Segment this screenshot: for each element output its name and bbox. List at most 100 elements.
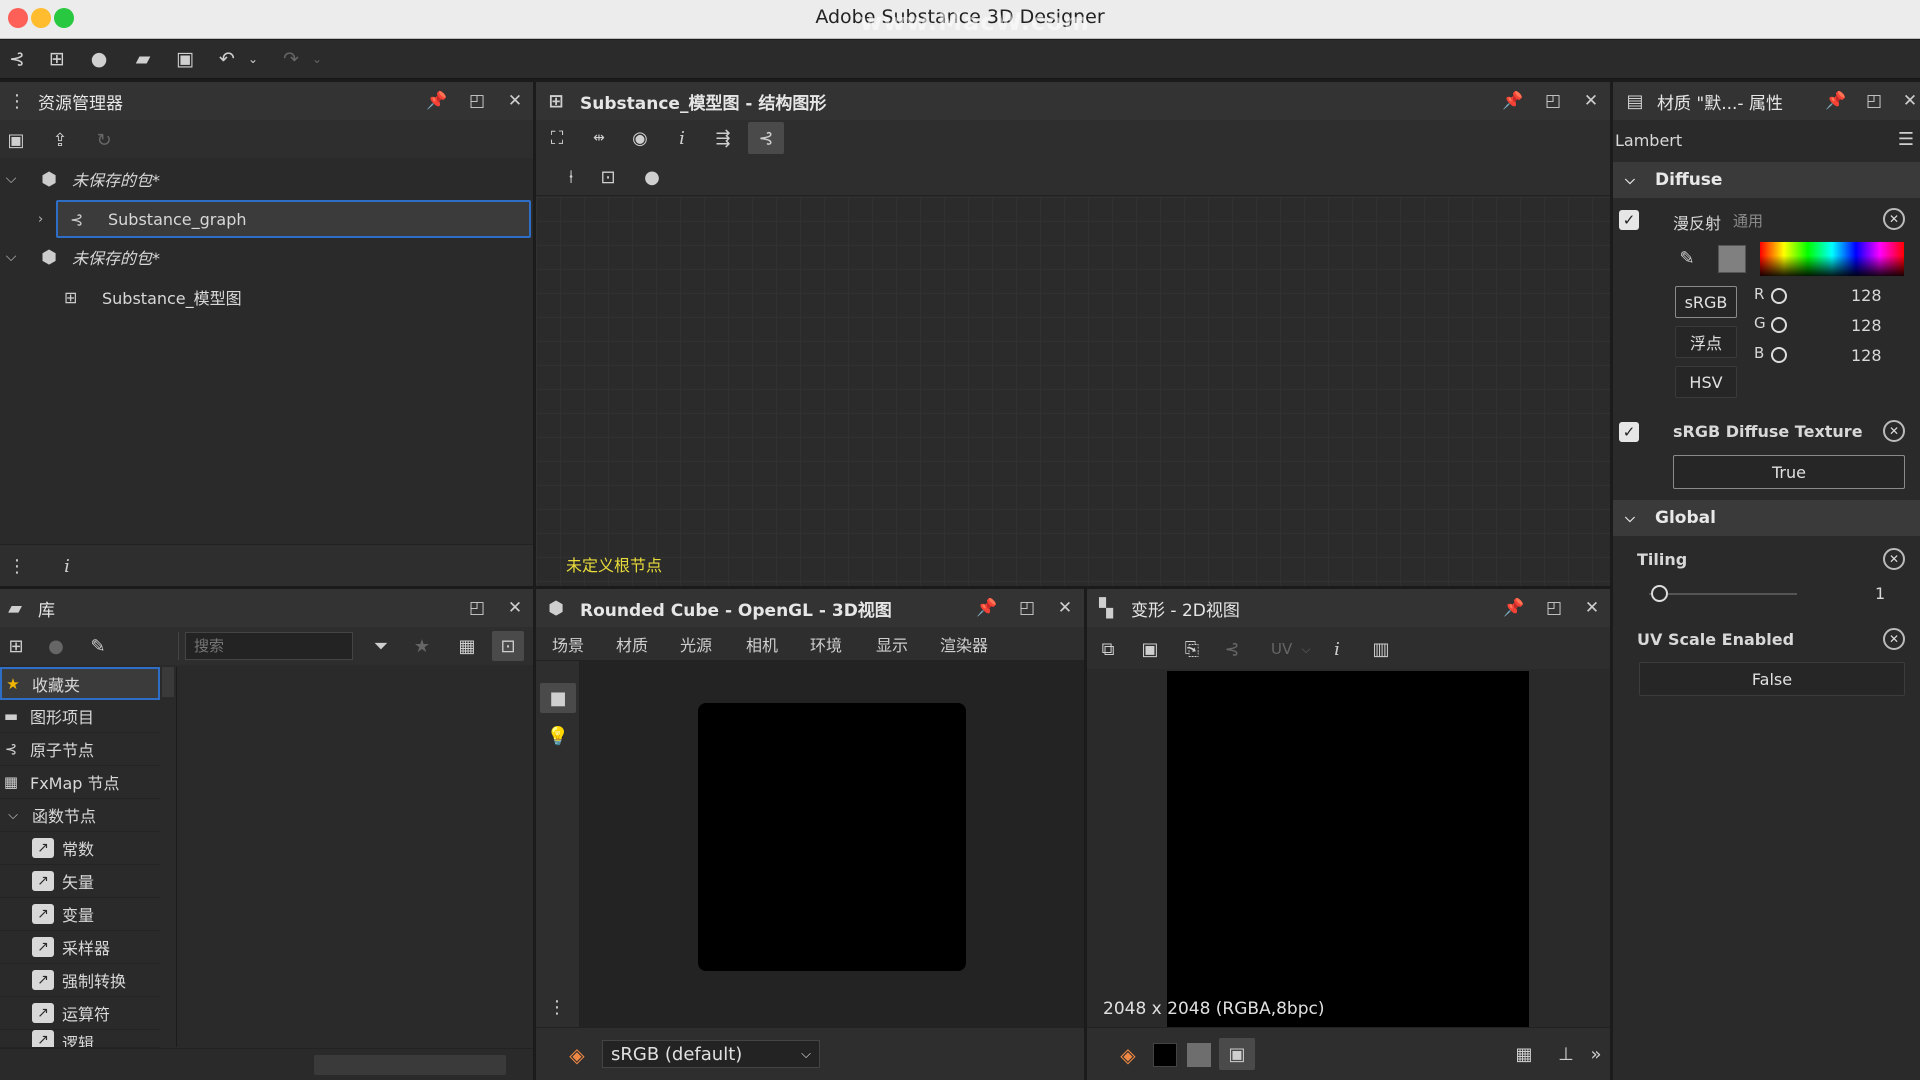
- uv-scale-toggle[interactable]: False: [1639, 662, 1905, 696]
- eyedropper-icon[interactable]: ✎: [1675, 246, 1699, 270]
- favorite-filter-icon[interactable]: ★: [410, 635, 434, 657]
- float-panel-icon[interactable]: ◰: [1541, 589, 1567, 627]
- camera-icon[interactable]: ◉: [626, 124, 654, 152]
- pin-icon[interactable]: 📌: [1500, 82, 1526, 120]
- layers-icon[interactable]: ◈: [1115, 1042, 1141, 1068]
- srgb-texture-toggle[interactable]: True: [1673, 455, 1905, 489]
- close-panel-icon[interactable]: ✕: [1897, 82, 1920, 120]
- menu-environment[interactable]: 环境: [810, 627, 842, 661]
- float-panel-icon[interactable]: ◰: [464, 589, 490, 627]
- library-item-constant[interactable]: ↗ 常数: [0, 832, 160, 865]
- frame-all-icon[interactable]: ⛶: [544, 124, 570, 152]
- undo-icon[interactable]: ↶: [214, 47, 240, 71]
- float-panel-icon[interactable]: ◰: [1861, 82, 1887, 120]
- graph-canvas[interactable]: 未定义根节点: [536, 197, 1610, 586]
- menu-scene[interactable]: 场景: [552, 627, 584, 661]
- chevron-down-icon[interactable]: ⌵: [1625, 511, 1645, 526]
- align-nodes-icon[interactable]: ⇶: [706, 124, 740, 152]
- close-panel-icon[interactable]: ✕: [502, 82, 528, 120]
- pin-icon[interactable]: 📌: [1501, 589, 1527, 627]
- chevron-down-icon[interactable]: ⌵: [2, 805, 24, 825]
- library-item-cast[interactable]: ↗ 强制转换: [0, 964, 160, 997]
- hierarchy-icon[interactable]: ⋮: [6, 555, 28, 577]
- share-icon[interactable]: ⊰: [1219, 637, 1245, 661]
- measure-icon[interactable]: ⊥: [1553, 1042, 1579, 1066]
- search-input[interactable]: [185, 632, 353, 660]
- tiling-slider-track[interactable]: [1649, 593, 1797, 595]
- menu-material[interactable]: 材质: [616, 627, 648, 661]
- library-item-sampler[interactable]: ↗ 采样器: [0, 931, 160, 964]
- info-icon[interactable]: i: [1327, 637, 1347, 661]
- pin-icon[interactable]: 📌: [1823, 82, 1849, 120]
- close-panel-icon[interactable]: ✕: [502, 589, 528, 627]
- library-item-favorites[interactable]: ★ 收藏夹: [0, 667, 160, 700]
- info-icon[interactable]: i: [56, 555, 78, 577]
- float-mode-button[interactable]: 浮点: [1675, 326, 1737, 358]
- 2d-viewport[interactable]: 2048 x 2048 (RGBA,8bpc): [1087, 669, 1610, 1027]
- uv-label[interactable]: UV: [1271, 640, 1292, 658]
- library-item-vector[interactable]: ↗ 矢量: [0, 865, 160, 898]
- tree-row-package-1[interactable]: ⌵ ⬢ 未保存的包*: [0, 160, 533, 198]
- chevron-down-icon[interactable]: ⌵: [1299, 639, 1313, 659]
- undo-dropdown-icon[interactable]: ⌄: [240, 47, 266, 71]
- chevron-down-icon[interactable]: ⌵: [0, 249, 22, 265]
- actual-size-icon[interactable]: ⇹: [584, 124, 614, 152]
- pin-icon[interactable]: 📌: [424, 82, 450, 120]
- open-folder-icon[interactable]: ▰: [130, 47, 156, 71]
- new-graph-icon[interactable]: ⊰: [4, 47, 30, 71]
- library-list-scrollbar[interactable]: [162, 667, 174, 697]
- fit-view-icon[interactable]: ⧉: [1095, 637, 1121, 661]
- srgb-mode-button[interactable]: sRGB: [1675, 286, 1737, 318]
- channel-b-knob[interactable]: [1771, 347, 1787, 363]
- hsv-mode-button[interactable]: HSV: [1675, 366, 1737, 398]
- menu-camera[interactable]: 相机: [746, 627, 778, 661]
- tree-row-package-2[interactable]: ⌵ ⬢ 未保存的包*: [0, 238, 533, 276]
- float-panel-icon[interactable]: ◰: [1014, 589, 1040, 627]
- redo-dropdown-icon[interactable]: ⌄: [304, 47, 330, 71]
- diffuse-section-header[interactable]: ⌵ Diffuse: [1613, 162, 1920, 198]
- diffuse-checkbox[interactable]: ✓: [1619, 210, 1639, 230]
- global-section-header[interactable]: ⌵ Global: [1613, 500, 1920, 536]
- color-swatch[interactable]: [1718, 245, 1746, 273]
- horizontal-scrollbar-thumb[interactable]: [314, 1055, 506, 1075]
- reset-icon[interactable]: ✕: [1883, 628, 1905, 650]
- publish-icon[interactable]: ⇪: [48, 128, 72, 152]
- add-to-library-icon[interactable]: ⊞: [4, 635, 28, 657]
- edit-icon[interactable]: ✎: [86, 635, 110, 657]
- color-spectrum[interactable]: [1760, 242, 1904, 276]
- channel-g-knob[interactable]: [1771, 317, 1787, 333]
- histogram-icon[interactable]: ▥: [1367, 637, 1395, 661]
- chevron-down-icon[interactable]: ⌵: [0, 171, 22, 187]
- layers-icon[interactable]: ◈: [564, 1042, 590, 1068]
- menu-light[interactable]: 光源: [680, 627, 712, 661]
- node-layout-icon[interactable]: ⊰: [748, 122, 784, 154]
- library-item-operator[interactable]: ↗ 运算符: [0, 997, 160, 1030]
- display-icon[interactable]: ▣: [1219, 1038, 1255, 1070]
- tiling-slider-handle[interactable]: [1651, 585, 1668, 602]
- reset-icon[interactable]: ✕: [1883, 208, 1905, 230]
- library-item-atomic-nodes[interactable]: ⊰ 原子节点: [0, 733, 160, 766]
- black-background-swatch[interactable]: [1153, 1043, 1177, 1067]
- srgb-texture-checkbox[interactable]: ✓: [1619, 422, 1639, 442]
- comment-icon[interactable]: ●: [640, 164, 664, 190]
- library-item-logic[interactable]: ↗ 逻辑: [0, 1030, 160, 1048]
- channel-g-value[interactable]: 128: [1851, 316, 1882, 335]
- tree-row-model-graph[interactable]: ⊞ Substance_模型图: [64, 278, 533, 316]
- menu-icon[interactable]: ☰: [1895, 128, 1917, 150]
- reset-icon[interactable]: ✕: [1883, 420, 1905, 442]
- library-item-function-nodes[interactable]: ⌵ 函数节点: [0, 799, 160, 832]
- more-icon[interactable]: »: [1587, 1042, 1605, 1066]
- save-package-icon[interactable]: ▣: [4, 128, 28, 152]
- hierarchy-icon[interactable]: ⋮: [546, 995, 568, 1019]
- new-model-graph-icon[interactable]: ⊞: [44, 47, 70, 71]
- tiling-value[interactable]: 1: [1875, 584, 1885, 603]
- new-package-icon[interactable]: ●: [86, 47, 112, 71]
- light-bulb-icon[interactable]: 💡: [544, 721, 572, 751]
- frame-node-icon[interactable]: ⊡: [596, 164, 620, 190]
- copy-image-icon[interactable]: ⎘: [1179, 637, 1205, 661]
- menu-display[interactable]: 显示: [876, 627, 908, 661]
- add-package-icon[interactable]: ●: [44, 635, 68, 657]
- 3d-viewport[interactable]: [580, 661, 1084, 1027]
- tree-row-substance-graph[interactable]: › ⊰ Substance_graph: [38, 200, 531, 238]
- close-panel-icon[interactable]: ✕: [1578, 82, 1604, 120]
